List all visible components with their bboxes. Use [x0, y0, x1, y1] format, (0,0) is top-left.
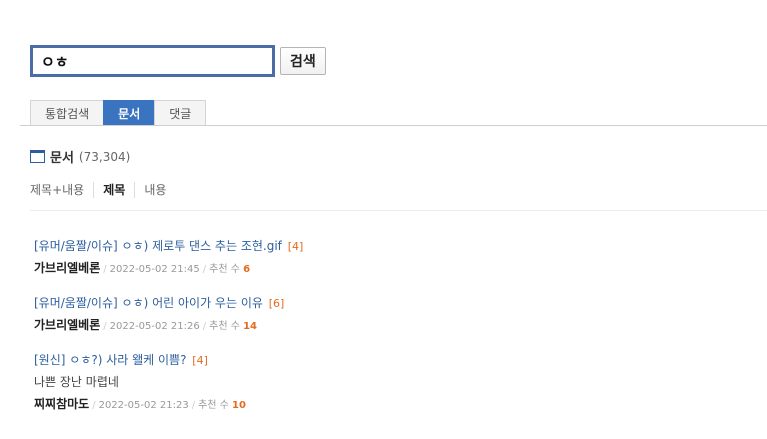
tab-documents[interactable]: 문서: [103, 100, 156, 125]
search-input[interactable]: [30, 45, 275, 77]
result-rec-count: 14: [243, 321, 258, 332]
result-author[interactable]: 가브리엘베론: [34, 261, 100, 275]
results-list: [유머/움짤/이슈] ㅇㅎ) 제로투 댄스 추는 조현.gif [4] 가브리엘…: [34, 237, 734, 430]
result-title-link[interactable]: [원신] ㅇㅎ?) 사라 왤케 이쁨? [4]: [34, 351, 734, 370]
result-rec-label: 추천 수: [209, 321, 240, 332]
meta-separator: /: [103, 321, 107, 332]
result-title: ㅇㅎ) 제로투 댄스 추는 조현.gif: [121, 239, 282, 253]
result-title-link[interactable]: [유머/움짤/이슈] ㅇㅎ) 제로투 댄스 추는 조현.gif [4]: [34, 237, 734, 256]
result-snippet: 나쁜 장난 마렵네: [34, 375, 119, 389]
meta-separator: /: [191, 400, 196, 411]
document-window-icon: [30, 150, 45, 163]
result-rec-count: 6: [243, 264, 251, 275]
result-category: [유머/움짤/이슈]: [34, 239, 118, 253]
result-rec-label: 추천 수: [209, 264, 240, 275]
result-datetime: 2022-05-02 21:45: [109, 264, 200, 275]
filter-content[interactable]: 내용: [134, 182, 175, 198]
result-author[interactable]: 찌찌참마도: [34, 397, 89, 411]
tab-integrated-search[interactable]: 통합검색: [30, 100, 105, 125]
result-item: [유머/움짤/이슈] ㅇㅎ) 어린 아이가 우는 이유 [6] 가브리엘베론/2…: [34, 294, 734, 336]
filter-title-content[interactable]: 제목+내용: [30, 182, 93, 198]
result-comment-count: [4]: [192, 354, 208, 367]
result-meta: 가브리엘베론/2022-05-02 21:45/추천 수 6: [34, 259, 734, 279]
tab-divider: [20, 125, 767, 126]
result-rec-count: 10: [232, 400, 246, 411]
meta-separator: /: [202, 264, 207, 275]
result-datetime: 2022-05-02 21:23: [98, 400, 189, 411]
search-button[interactable]: 검색: [280, 47, 326, 75]
result-comment-count: [6]: [268, 297, 285, 310]
search-bar: 검색: [30, 45, 326, 77]
search-scope-filters: 제목+내용 제목 내용: [30, 182, 175, 198]
meta-separator: /: [103, 264, 107, 275]
section-label: 문서: [50, 151, 74, 166]
result-category: [원신]: [34, 353, 66, 367]
result-item: [원신] ㅇㅎ?) 사라 왤케 이쁨? [4] 나쁜 장난 마렵네 찌찌참마도 /…: [34, 351, 734, 415]
section-count: (73,304): [78, 149, 131, 164]
result-title-link[interactable]: [유머/움짤/이슈] ㅇㅎ) 어린 아이가 우는 이유 [6]: [34, 294, 734, 313]
search-tabs: 통합검색 문서 댓글: [30, 100, 207, 125]
meta-separator: /: [202, 321, 207, 332]
meta-separator: /: [92, 400, 96, 411]
result-datetime: 2022-05-02 21:26: [109, 321, 200, 332]
result-category: [유머/움짤/이슈]: [34, 296, 118, 310]
result-meta: 찌찌참마도/2022-05-02 21:23/추천 수 10: [34, 395, 734, 415]
result-title: ㅇㅎ?) 사라 왤케 이쁨?: [69, 353, 187, 367]
section-header: 문서 (73,304): [30, 147, 130, 166]
result-title: ㅇㅎ) 어린 아이가 우는 이유: [121, 296, 263, 310]
filter-divider: [30, 210, 767, 211]
result-author[interactable]: 가브리엘베론: [34, 318, 100, 332]
result-rec-label: 추천 수: [198, 400, 229, 411]
tab-comments[interactable]: 댓글: [154, 100, 207, 125]
result-item: [유머/움짤/이슈] ㅇㅎ) 제로투 댄스 추는 조현.gif [4] 가브리엘…: [34, 237, 734, 279]
result-comment-count: [4]: [287, 240, 304, 253]
result-meta: 가브리엘베론/2022-05-02 21:26/추천 수 14: [34, 316, 734, 336]
filter-title[interactable]: 제목: [93, 182, 134, 198]
